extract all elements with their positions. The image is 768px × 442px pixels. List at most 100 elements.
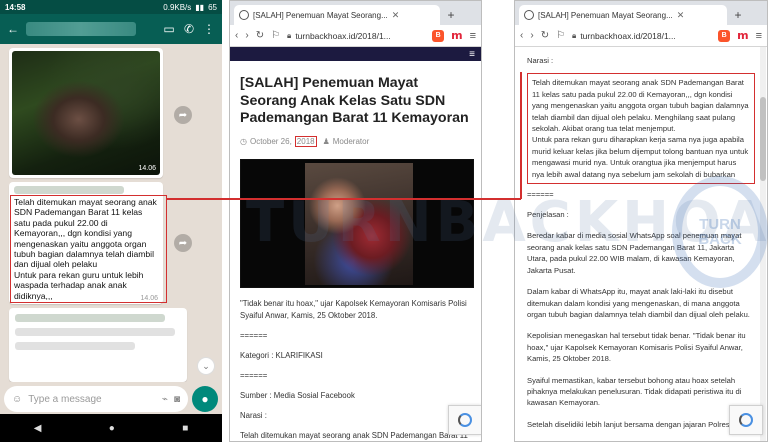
- network-speed: 0.9KB/s: [163, 2, 192, 12]
- hamburger-menu-icon[interactable]: ≡: [469, 49, 475, 60]
- screenshot-composite: 14:58 0.9KB/s ▮▮ 65 ← ▭ ✆ ⋮ 14.06 ➦ Tela…: [0, 0, 768, 442]
- article-title: [SALAH] Penemuan Mayat Seorang Anak Kela…: [240, 75, 469, 126]
- emoji-icon[interactable]: ☺: [12, 394, 22, 405]
- narasi-highlight-box: Telah ditemukan mayat seorang anak SDN P…: [527, 73, 755, 185]
- separator: ======: [240, 370, 268, 380]
- quote-paragraph: "Tidak benar itu hoax," ujar Kapolsek Ke…: [240, 298, 467, 320]
- penjelasan-paragraph-1: Beredar kabar di media sosial WhatsApp s…: [527, 231, 742, 275]
- narasi-label: Narasi :: [527, 56, 554, 65]
- browser-window-narasi: [SALAH] Penemuan Mayat Seorang... ✕ + ‹ …: [514, 0, 768, 442]
- extension-m-icon[interactable]: m: [737, 29, 748, 42]
- camera-icon[interactable]: ◙: [174, 394, 180, 405]
- image-message[interactable]: 14.06: [9, 48, 163, 178]
- article-date: October 26,: [249, 136, 292, 146]
- forward-icon[interactable]: ›: [530, 30, 533, 41]
- article-content: [SALAH] Penemuan Mayat Seorang Anak Kela…: [230, 61, 481, 441]
- narasi-start: Telah ditemukan mayat seorang anak SDN P…: [240, 430, 468, 440]
- android-nav-bar: ◀ ● ■: [0, 414, 222, 442]
- penjelasan-label: Penjelasan :: [527, 210, 569, 220]
- brave-shield-icon[interactable]: B: [718, 29, 731, 42]
- recaptcha-badge[interactable]: [729, 405, 763, 435]
- reload-icon[interactable]: ↻: [256, 30, 264, 41]
- globe-icon: [239, 10, 249, 20]
- clock-icon: ◷: [240, 136, 247, 146]
- forward-icon[interactable]: ➦: [174, 106, 192, 124]
- recaptcha-icon: [458, 413, 472, 427]
- status-time: 14:58: [5, 2, 26, 12]
- scroll-down-icon[interactable]: ⌄: [197, 357, 215, 375]
- browser-tab[interactable]: [SALAH] Penemuan Mayat Seorang... ✕: [519, 5, 727, 25]
- brave-shield-icon[interactable]: B: [432, 29, 445, 42]
- penjelasan-paragraph-3: Kepolisian menegaskan hal tersebut tidak…: [527, 331, 746, 364]
- sumber-line: Sumber : Media Sosial Facebook: [240, 390, 355, 400]
- browser-toolbar: ‹ › ↻ ⚐ 🔒︎ turnbackhoax.id/2018/1... B m…: [230, 25, 481, 47]
- forward-icon[interactable]: ➦: [174, 234, 192, 252]
- scrollbar-thumb[interactable]: [760, 97, 766, 181]
- back-arrow-icon[interactable]: ←: [6, 22, 20, 36]
- microphone-button[interactable]: ●: [192, 386, 218, 412]
- more-options-icon[interactable]: ⋮: [202, 22, 216, 36]
- user-icon: ♟: [322, 136, 330, 146]
- narasi-label: Narasi :: [240, 410, 267, 420]
- penjelasan-paragraph-4: Syaiful memastikan, kabar tersebut bohon…: [527, 375, 742, 408]
- tab-title: [SALAH] Penemuan Mayat Seorang...: [538, 10, 673, 20]
- article-body: Narasi : Telah ditemukan mayat seorang a…: [515, 47, 767, 430]
- message-photo[interactable]: 14.06: [12, 51, 160, 175]
- site-nav-bar: ≡: [230, 47, 481, 61]
- video-call-icon[interactable]: ▭: [162, 22, 176, 36]
- attach-icon[interactable]: ⌁: [162, 394, 168, 405]
- address-bar[interactable]: 🔒︎ turnbackhoax.id/2018/1...: [287, 31, 425, 41]
- tab-strip: [SALAH] Penemuan Mayat Seorang... ✕ +: [230, 1, 481, 25]
- message-input[interactable]: ☺ Type a message ⌁ ◙: [4, 386, 188, 412]
- recaptcha-badge[interactable]: [448, 405, 481, 435]
- add-call-icon[interactable]: ✆: [182, 22, 196, 36]
- penjelasan-paragraph-5: Setelah diselidiki lebih lanjut bersama …: [527, 419, 730, 429]
- forward-icon[interactable]: ›: [245, 30, 248, 41]
- close-tab-icon[interactable]: ✕: [677, 10, 685, 21]
- chat-header: ← ▭ ✆ ⋮: [0, 14, 222, 44]
- extension-m-icon[interactable]: m: [451, 29, 462, 42]
- reload-icon[interactable]: ↻: [541, 30, 549, 41]
- globe-icon: [524, 10, 534, 20]
- text-message[interactable]: Telah ditemukan mayat seorang anak SDN P…: [9, 182, 163, 304]
- message-placeholder: Type a message: [28, 393, 102, 405]
- blurred-sender: [14, 186, 124, 194]
- separator: ======: [527, 190, 554, 200]
- browser-toolbar: ‹ › ↻ ⚐ 🔒︎ turnbackhoax.id/2018/1... B m…: [515, 25, 767, 47]
- article-author[interactable]: Moderator: [333, 137, 369, 146]
- nav-home-icon[interactable]: ●: [109, 423, 115, 434]
- browser-window-article: [SALAH] Penemuan Mayat Seorang... ✕ + ‹ …: [229, 0, 482, 442]
- article-year-highlight: 2018: [294, 135, 317, 147]
- browser-menu-icon[interactable]: ≡: [470, 30, 476, 42]
- status-bar: 14:58 0.9KB/s ▮▮ 65: [0, 0, 222, 14]
- chat-area[interactable]: 14.06 ➦ Telah ditemukan mayat seorang an…: [0, 44, 222, 382]
- url-text: turnbackhoax.id/2018/1...: [295, 30, 391, 41]
- signal-icon: ▮▮: [195, 2, 205, 12]
- penjelasan-paragraph-2: Dalam kabar di WhatsApp itu, mayat anak …: [527, 287, 750, 319]
- bookmark-icon[interactable]: ⚐: [556, 30, 565, 41]
- message-body: Telah ditemukan mayat seorang anak SDN P…: [14, 197, 157, 301]
- browser-menu-icon[interactable]: ≡: [756, 30, 762, 42]
- message-composer: ☺ Type a message ⌁ ◙ ●: [0, 382, 222, 414]
- back-icon[interactable]: ‹: [235, 30, 238, 41]
- lock-icon: 🔒︎: [287, 30, 292, 40]
- blurred-contact-name[interactable]: [26, 22, 136, 36]
- browser-tab[interactable]: [SALAH] Penemuan Mayat Seorang... ✕: [234, 5, 440, 25]
- battery-level: 65: [208, 2, 217, 12]
- new-tab-icon[interactable]: +: [443, 8, 459, 22]
- tab-strip: [SALAH] Penemuan Mayat Seorang... ✕ +: [515, 1, 767, 25]
- featured-image[interactable]: [240, 158, 474, 288]
- nav-back-icon[interactable]: ◀: [34, 423, 42, 434]
- blurred-message[interactable]: [9, 308, 187, 382]
- back-icon[interactable]: ‹: [520, 30, 523, 41]
- nav-recents-icon[interactable]: ■: [182, 423, 188, 434]
- article-meta: ◷ October 26, 2018 ♟ Moderator: [240, 135, 471, 147]
- whatsapp-phone-screen: 14:58 0.9KB/s ▮▮ 65 ← ▭ ✆ ⋮ 14.06 ➦ Tela…: [0, 0, 222, 442]
- close-tab-icon[interactable]: ✕: [392, 10, 400, 21]
- new-tab-icon[interactable]: +: [730, 8, 746, 22]
- url-text: turnbackhoax.id/2018/1...: [580, 30, 676, 41]
- tab-title: [SALAH] Penemuan Mayat Seorang...: [253, 10, 388, 20]
- address-bar[interactable]: 🔒︎ turnbackhoax.id/2018/1...: [572, 31, 711, 41]
- bookmark-icon[interactable]: ⚐: [271, 30, 280, 41]
- separator: ======: [240, 330, 268, 340]
